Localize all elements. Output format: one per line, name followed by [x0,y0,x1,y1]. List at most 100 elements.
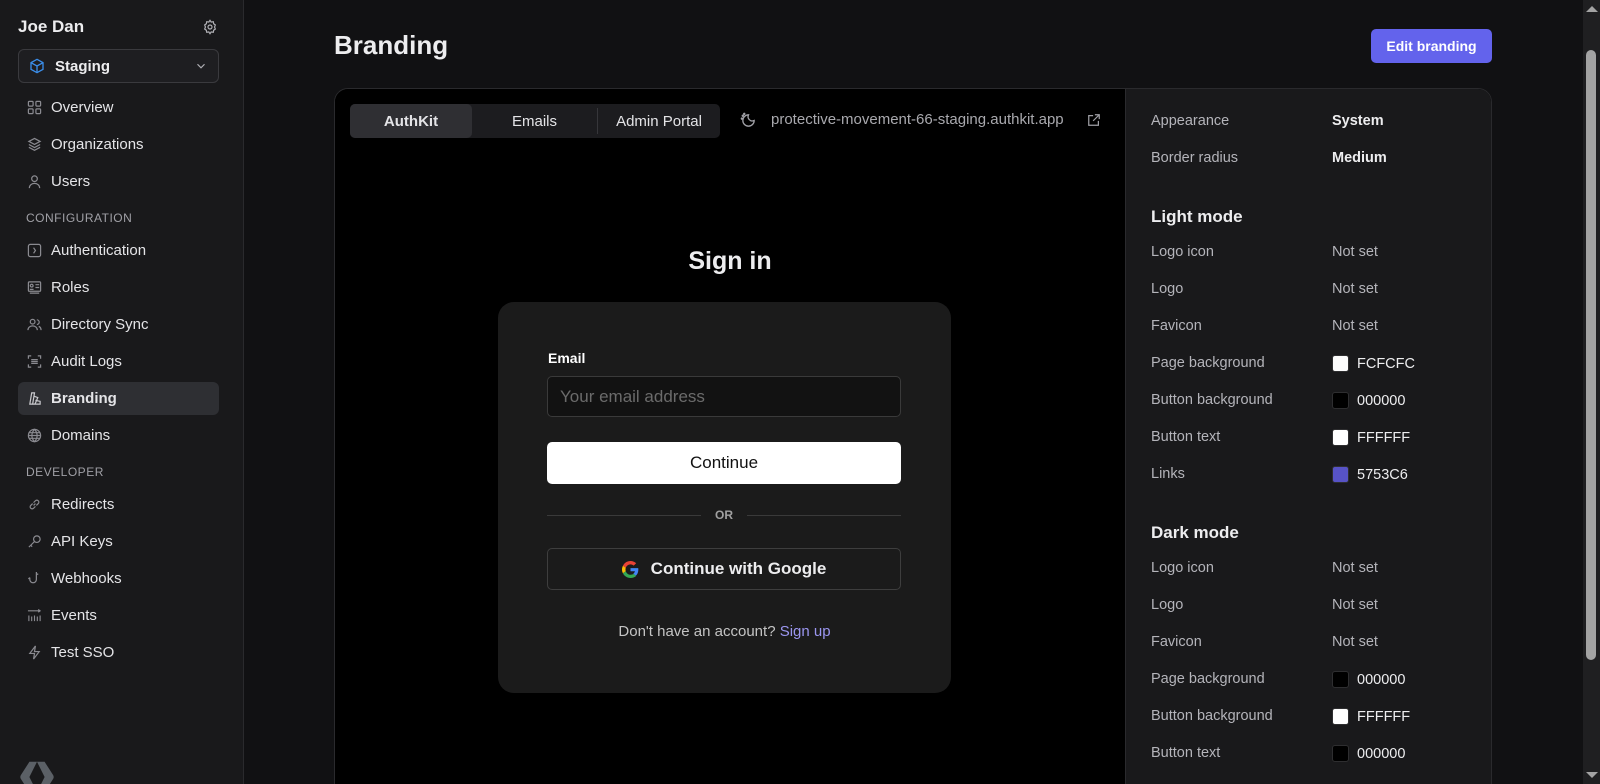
setting-value: Not set [1332,634,1378,650]
sidebar-item-api-keys[interactable]: API Keys [18,525,219,558]
signin-card: Email Continue OR Continue with Google [498,302,951,693]
app-root: Joe Dan Staging Overview Organizations U… [0,0,1600,784]
setting-key: Button text [1151,429,1221,445]
scroll-up-arrow-icon[interactable] [1586,6,1598,12]
setting-key: Logo icon [1151,244,1214,260]
sidebar-item-users[interactable]: Users [18,165,219,198]
setting-key: Favicon [1151,634,1202,650]
sidebar-item-directory-sync[interactable]: Directory Sync [18,308,219,341]
tab-emails[interactable]: Emails [472,104,597,138]
continue-with-google-button[interactable]: Continue with Google [547,548,901,590]
signup-link[interactable]: Sign up [780,623,831,640]
setting-value: Not set [1332,244,1378,260]
sidebar-item-label: Overview [51,99,114,116]
color-swatch [1332,671,1349,688]
email-field[interactable] [547,376,901,417]
setting-value: Not set [1332,281,1378,297]
branding-panel: AuthKit Emails Admin Portal protective-m… [334,88,1492,784]
grid-icon [26,100,42,116]
cube-icon [29,58,45,74]
sidebar-item-label: Redirects [51,496,115,513]
sidebar-item-label: Directory Sync [51,316,149,333]
sidebar-item-roles[interactable]: Roles [18,271,219,304]
moon-icon[interactable] [740,112,758,130]
sidebar-item-audit-logs[interactable]: Audit Logs [18,345,219,378]
main-content: Branding Edit branding AuthKit Emails Ad… [244,0,1600,784]
scroll-down-arrow-icon[interactable] [1586,772,1598,778]
setting-row: Page background FCFCFC [1126,355,1491,392]
globe-icon [26,428,42,444]
setting-key: Page background [1151,355,1265,371]
setting-key: Favicon [1151,318,1202,334]
setting-row: Logo Not set [1126,597,1491,634]
dark-mode-settings: Logo icon Not set Logo Not set Favicon Not se… [1126,560,1491,782]
link-icon [26,497,42,513]
gear-icon[interactable] [201,18,219,36]
sidebar-item-test-sso[interactable]: Test SSO [18,636,219,669]
color-hex: FFFFFF [1357,429,1411,446]
sidebar-item-events[interactable]: Events [18,599,219,632]
sidebar-item-label: Organizations [51,136,144,153]
events-icon [26,608,42,624]
google-button-label: Continue with Google [650,559,827,578]
tab-admin-portal[interactable]: Admin Portal [598,104,720,138]
sidebar-item-label: Authentication [51,242,147,259]
setting-value: 5753C6 [1332,466,1408,483]
setting-value: FCFCFC [1332,355,1415,372]
sidebar-item-authentication[interactable]: Authentication [18,234,219,267]
bolt-icon [26,645,42,661]
environment-label: Staging [55,57,110,75]
email-label: Email [548,350,586,366]
sidebar-item-overview[interactable]: Overview [18,91,219,124]
color-swatch [1332,392,1349,409]
light-mode-settings: Logo icon Not set Logo Not set Favicon Not se… [1126,244,1491,503]
sidebar-item-label: API Keys [51,533,113,550]
sidebar-header: Joe Dan [0,0,243,40]
setting-key: Button background [1151,392,1273,408]
divider-line [547,514,701,516]
preview-area: AuthKit Emails Admin Portal protective-m… [335,89,1125,784]
dark-mode-heading: Dark mode [1151,523,1239,542]
color-hex: 000000 [1357,745,1406,762]
signin-title: Sign in [688,247,772,275]
or-label: OR [715,508,733,522]
sidebar-item-branding[interactable]: Branding [18,382,219,415]
setting-value: Not set [1332,560,1378,576]
setting-row: Button text FFFFFF [1126,429,1491,466]
sidebar-item-webhooks[interactable]: Webhooks [18,562,219,595]
setting-value: FFFFFF [1332,429,1410,446]
scroll-thumb[interactable] [1586,50,1596,660]
branding-settings: Appearance System Border radius Medium L… [1125,89,1491,784]
external-link-icon[interactable] [1087,113,1102,128]
color-hex: 000000 [1357,671,1406,688]
sidebar-item-redirects[interactable]: Redirects [18,488,219,521]
signup-prompt: Don't have an account? [618,623,776,640]
light-mode-heading: Light mode [1151,207,1243,226]
layers-icon [26,137,42,153]
color-hex: 5753C6 [1357,466,1408,483]
setting-value: Not set [1332,318,1378,334]
section-configuration: CONFIGURATION [26,211,133,225]
edit-branding-button[interactable]: Edit branding [1371,29,1492,63]
page-scrollbar[interactable] [1583,0,1600,784]
hook-icon [26,571,42,587]
environment-select[interactable]: Staging [18,49,219,83]
setting-key: Button text [1151,745,1221,761]
id-card-icon [26,280,42,296]
sidebar-item-organizations[interactable]: Organizations [18,128,219,161]
setting-value: System [1332,113,1384,129]
setting-value: 000000 [1332,392,1405,409]
setting-value: 000000 [1332,745,1405,762]
preview-url[interactable]: protective-movement-66-staging.authkit.a… [771,111,1081,128]
sidebar-item-label: Roles [51,279,90,296]
sidebar-item-label: Test SSO [51,644,115,661]
tab-authkit[interactable]: AuthKit [350,104,472,138]
setting-key: Logo [1151,597,1184,613]
page-title: Branding [334,30,449,60]
scan-icon [26,354,42,370]
sidebar: Joe Dan Staging Overview Organizations U… [0,0,244,784]
sidebar-item-domains[interactable]: Domains [18,419,219,452]
setting-row: Button text 000000 [1126,745,1491,782]
setting-key: Appearance [1151,113,1230,129]
continue-button[interactable]: Continue [547,442,901,484]
